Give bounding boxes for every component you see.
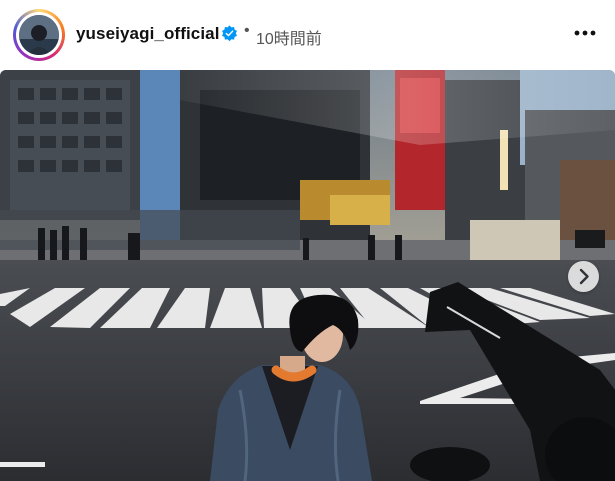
more-horizontal-icon[interactable] <box>574 29 596 37</box>
username[interactable]: yuseiyagi_official <box>76 24 220 44</box>
street-scene-image <box>0 70 615 481</box>
story-ring[interactable] <box>13 9 65 61</box>
avatar[interactable] <box>19 15 59 55</box>
next-photo-button[interactable] <box>568 261 599 292</box>
chevron-right-icon <box>579 268 589 285</box>
separator-dot: • <box>244 22 250 39</box>
post-time[interactable]: 10時間前 <box>256 25 322 49</box>
avatar-image <box>19 15 59 55</box>
verified-badge-icon <box>222 25 237 42</box>
post-header: yuseiyagi_official • 10時間前 <box>0 0 615 70</box>
instagram-post: yuseiyagi_official • 10時間前 <box>0 0 615 481</box>
post-photo[interactable] <box>0 70 615 481</box>
